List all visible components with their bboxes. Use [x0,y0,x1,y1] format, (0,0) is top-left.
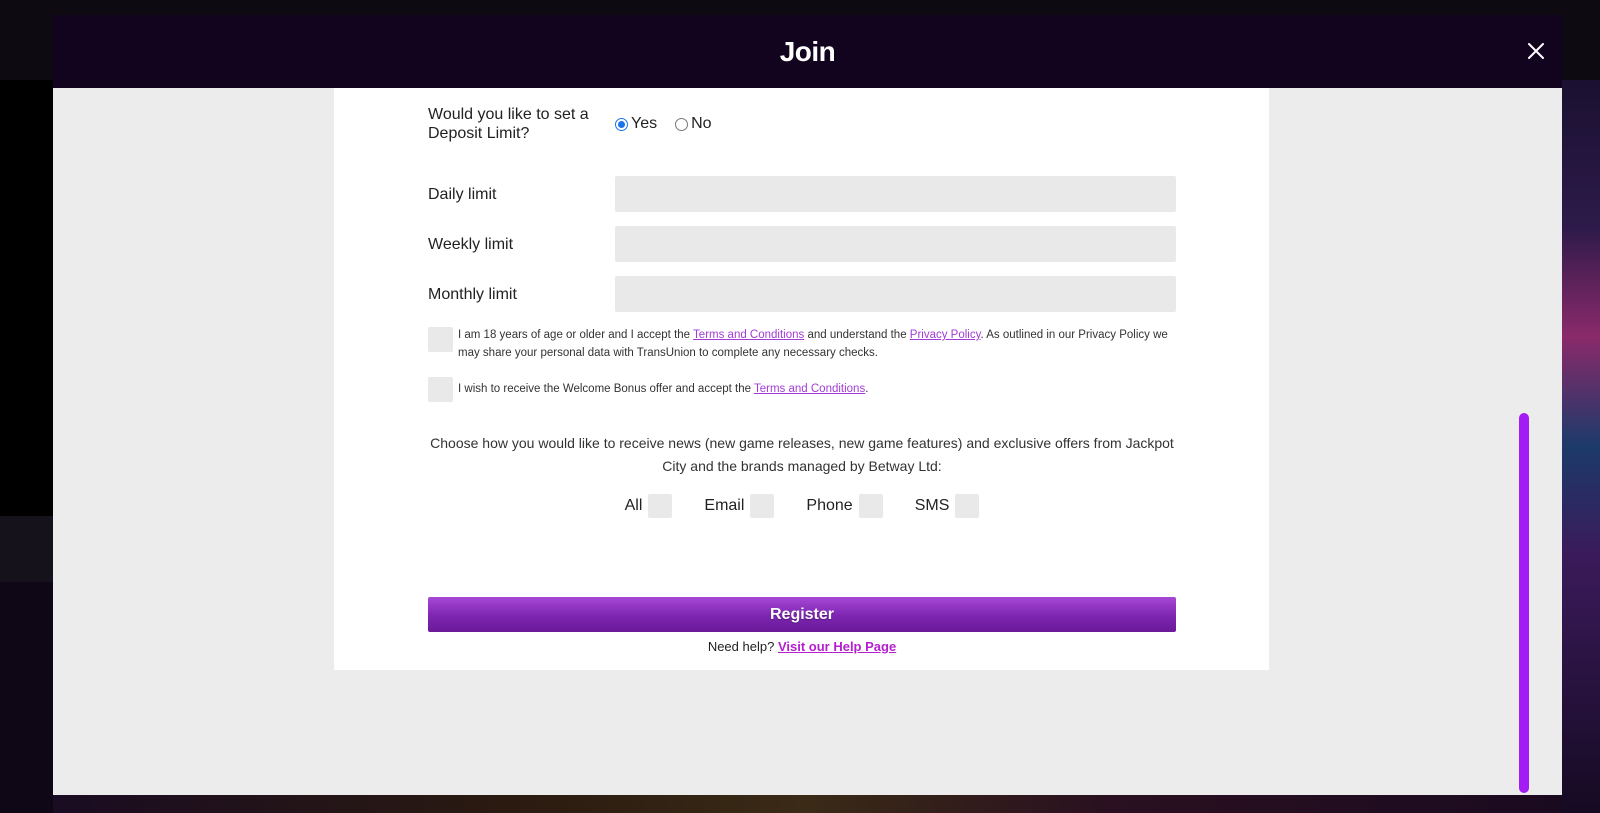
age-consent-text-part: I am 18 years of age or older and I acce… [458,329,694,341]
channel-sms[interactable]: SMS [915,494,980,518]
age-consent-checkbox[interactable] [428,327,453,352]
deposit-limit-radio-group: Yes No [615,115,730,133]
age-consent-row: I am 18 years of age or older and I acce… [428,327,1176,362]
bonus-consent-row: I wish to receive the Welcome Bonus offe… [428,377,1176,402]
channel-all-checkbox[interactable] [648,494,673,518]
age-consent-text: I am 18 years of age or older and I acce… [458,326,1176,362]
weekly-limit-label: Weekly limit [428,235,514,253]
bonus-consent-checkbox[interactable] [428,377,453,402]
bonus-consent-text-part: I wish to receive the Welcome Bonus offe… [458,383,754,395]
channel-phone-checkbox[interactable] [858,494,883,518]
radio-no-label: No [691,115,712,132]
modal-title: Join [779,35,836,67]
weekly-limit-input[interactable] [615,226,1176,262]
daily-limit-row: Daily limit [428,176,1176,212]
terms-link[interactable]: Terms and Conditions [693,329,804,341]
channel-email[interactable]: Email [704,494,775,518]
bonus-consent-text-part: . [865,383,869,395]
weekly-limit-row: Weekly limit [428,226,1176,262]
daily-limit-label: Daily limit [428,185,497,203]
background-artwork [53,795,1562,813]
deposit-limit-no-option[interactable]: No [675,115,712,133]
modal-scrollbar-thumb[interactable] [1519,413,1529,793]
age-consent-text-part: and understand the [804,329,910,341]
marketing-preferences-text: Choose how you would like to receive new… [430,435,1174,474]
channel-phone[interactable]: Phone [806,494,883,518]
join-modal: Join Would you like to set a Deposit Lim… [53,15,1562,795]
help-prefix: Need help? [707,639,778,654]
bonus-consent-text: I wish to receive the Welcome Bonus offe… [458,380,868,398]
channel-all[interactable]: All [625,494,673,518]
channel-sms-checkbox[interactable] [955,494,980,518]
bonus-terms-link[interactable]: Terms and Conditions [754,383,865,395]
radio-yes[interactable] [615,117,628,131]
channel-all-label: All [624,497,643,514]
background-panel [0,582,53,813]
deposit-limit-question: Would you like to set a Deposit Limit? [428,106,589,142]
radio-no[interactable] [675,117,689,131]
monthly-limit-label: Monthly limit [428,285,517,303]
channel-email-checkbox[interactable] [750,494,775,518]
marketing-channels: All Email Phone SMS [428,494,1176,518]
register-button[interactable]: Register [428,597,1176,632]
monthly-limit-input[interactable] [615,276,1176,312]
background-artwork [1562,80,1600,813]
close-button[interactable] [1520,35,1552,67]
monthly-limit-row: Monthly limit [428,276,1176,312]
close-icon [1528,43,1544,59]
privacy-policy-link[interactable]: Privacy Policy [910,329,981,341]
channel-sms-label: SMS [914,497,950,514]
channel-email-label: Email [704,497,745,514]
registration-form: Would you like to set a Deposit Limit? Y… [334,88,1269,670]
deposit-limit-yes-option[interactable]: Yes [615,115,657,133]
help-page-link[interactable]: Visit our Help Page [778,639,896,654]
background-panel [0,516,53,582]
daily-limit-input[interactable] [615,176,1176,212]
background-panel [0,80,53,516]
channel-phone-label: Phone [806,497,853,514]
help-row: Need help? Visit our Help Page [428,639,1176,654]
modal-header: Join [53,15,1562,88]
deposit-limit-row: Would you like to set a Deposit Limit? Y… [428,105,1176,143]
radio-yes-label: Yes [631,115,658,132]
